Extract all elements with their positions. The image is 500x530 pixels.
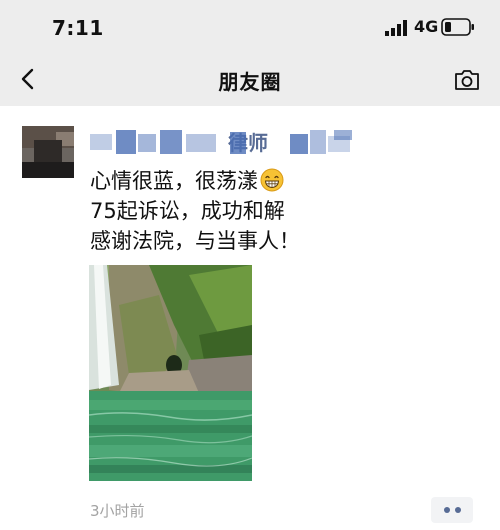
nav-bar: 朋友圈 xyxy=(0,54,500,104)
avatar[interactable] xyxy=(22,126,74,178)
post-content: 心情很蓝，很荡漾 75起诉讼，成功和解 感谢法院，与当事人！ xyxy=(90,166,410,256)
camera-icon[interactable] xyxy=(453,68,481,92)
name-mosaic xyxy=(310,130,326,154)
name-mosaic xyxy=(290,134,308,154)
name-mosaic xyxy=(160,130,182,154)
name-mosaic xyxy=(186,134,216,152)
post-line: 75起诉讼，成功和解 xyxy=(90,199,285,223)
page-title: 朋友圈 xyxy=(218,70,282,94)
post-author[interactable]: 律师 xyxy=(90,126,390,158)
name-mosaic xyxy=(138,134,156,152)
header-area: 7:11 4G 朋友圈 xyxy=(0,0,500,106)
name-mosaic xyxy=(116,130,136,154)
post-line: 感谢法院，与当事人！ xyxy=(90,229,300,253)
network-type: 4G xyxy=(414,17,439,36)
more-dot-icon xyxy=(443,507,450,513)
battery-icon xyxy=(441,18,474,36)
name-mosaic xyxy=(230,132,246,154)
status-time: 7:11 xyxy=(52,16,104,40)
signal-icon xyxy=(385,20,407,36)
post-photo[interactable] xyxy=(89,265,252,481)
avatar-mosaic xyxy=(22,162,74,178)
status-bar: 7:11 4G xyxy=(0,0,500,50)
post-time: 3小时前 xyxy=(90,502,145,520)
name-mosaic xyxy=(334,130,352,140)
grinning-face-emoji-icon xyxy=(260,168,284,192)
name-mosaic xyxy=(90,134,112,150)
more-actions-button[interactable] xyxy=(431,497,473,523)
more-dot-icon xyxy=(454,507,461,513)
post-line: 心情很蓝，很荡漾 xyxy=(90,166,410,196)
